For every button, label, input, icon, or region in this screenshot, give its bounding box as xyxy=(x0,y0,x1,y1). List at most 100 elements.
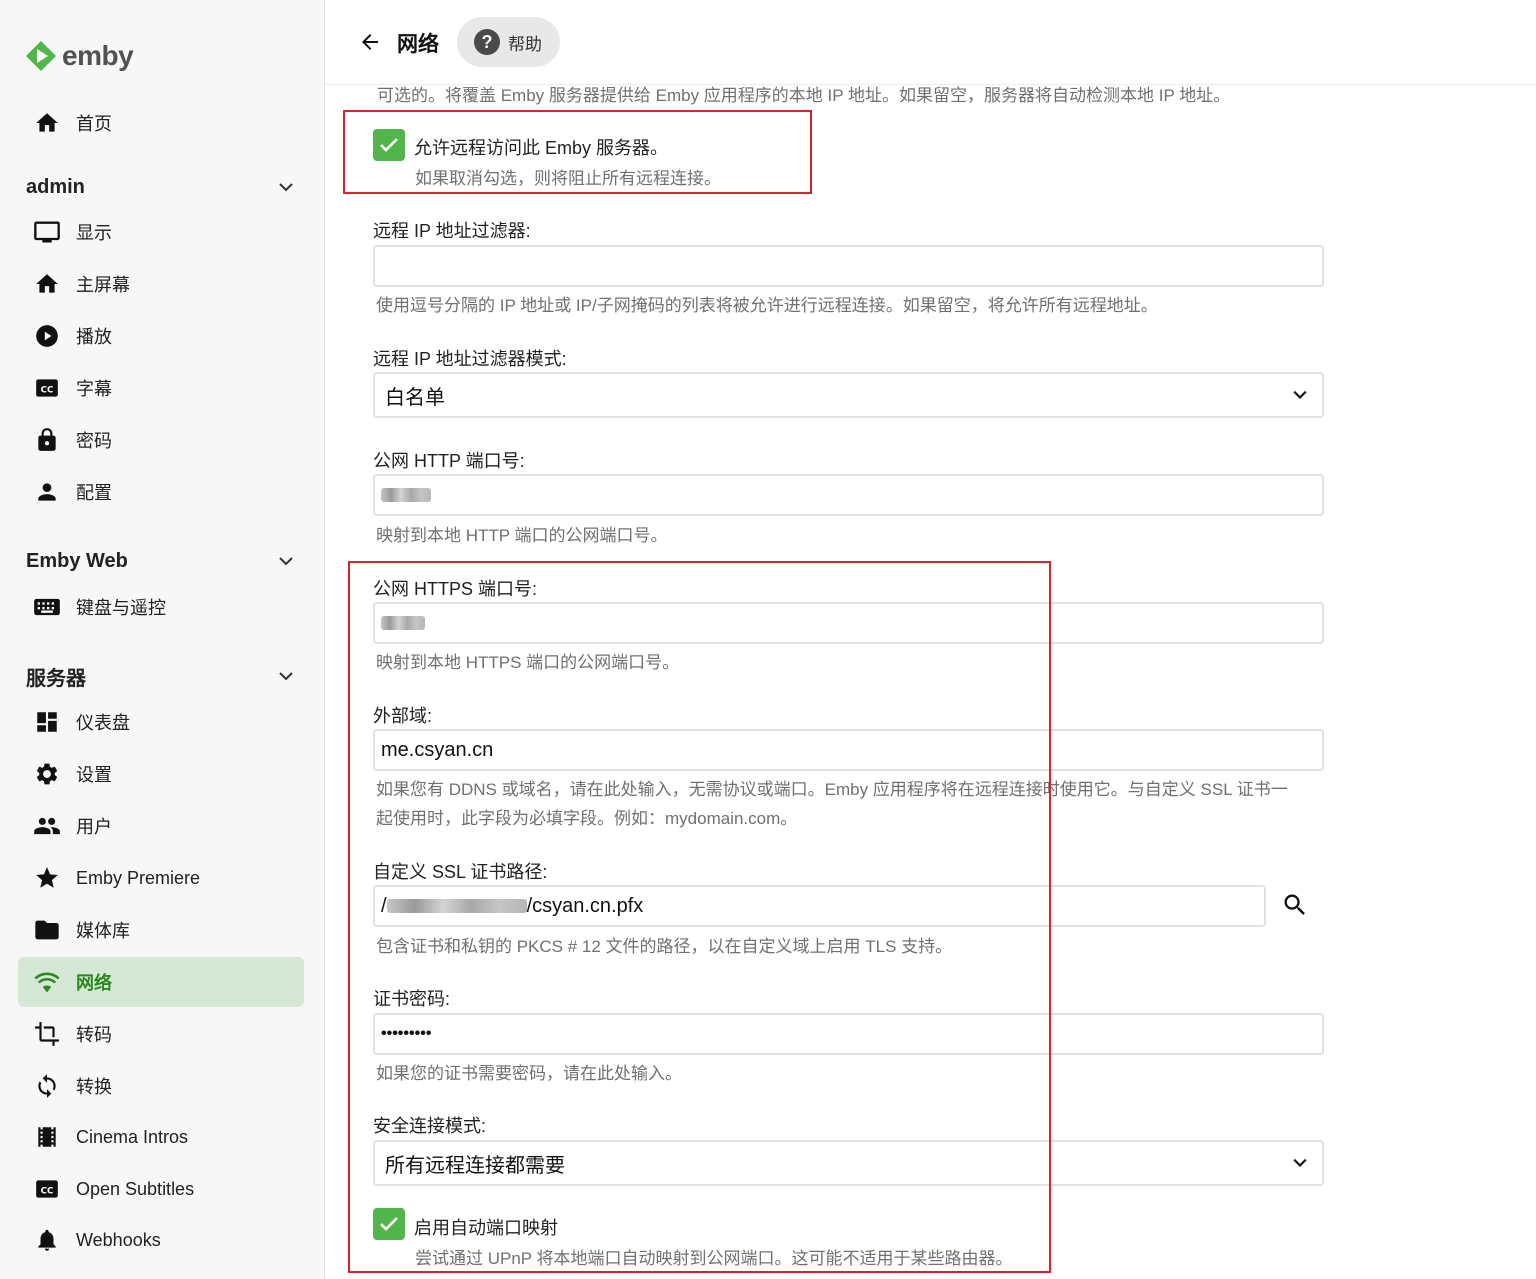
sidebar-item-label: 密码 xyxy=(76,431,112,451)
ip-filter-mode-label: 远程 IP 地址过滤器模式: xyxy=(373,349,567,369)
logo-text: emby xyxy=(62,40,134,71)
crop-icon xyxy=(32,1019,62,1049)
cert-password-hint: 如果您的证书需要密码，请在此处输入。 xyxy=(376,1064,682,1083)
ip-filter-label: 远程 IP 地址过滤器: xyxy=(373,221,531,241)
browse-cert-button[interactable] xyxy=(1275,885,1315,925)
home-icon xyxy=(32,108,62,138)
play-circle-icon xyxy=(32,321,62,351)
sidebar-item-settings[interactable]: 设置 xyxy=(18,749,304,799)
sidebar-item-label: 键盘与遥控 xyxy=(76,598,166,618)
cert-password-input[interactable]: ••••••••• xyxy=(373,1013,1324,1055)
chevron-down-icon xyxy=(279,183,293,192)
closed-caption-icon: CC xyxy=(32,373,62,403)
section-admin[interactable]: admin xyxy=(26,172,306,202)
person-icon xyxy=(32,477,62,507)
help-button[interactable]: ? 帮助 xyxy=(457,17,560,67)
public-http-port-label: 公网 HTTP 端口号: xyxy=(373,451,525,471)
ssl-cert-path-hint: 包含证书和私钥的 PKCS # 12 文件的路径，以在自定义域上启用 TLS 支… xyxy=(376,937,953,956)
network-settings-form: 可选的。将覆盖 Emby 服务器提供给 Emby 应用程序的本地 IP 地址。如… xyxy=(325,85,1536,1279)
sidebar-item-home-screen[interactable]: 主屏幕 xyxy=(18,259,304,309)
chevron-down-icon xyxy=(1293,390,1307,400)
sidebar-item-label: 转换 xyxy=(76,1077,112,1097)
redacted-value xyxy=(381,616,425,630)
section-server[interactable]: 服务器 xyxy=(26,661,306,691)
public-https-port-hint: 映射到本地 HTTPS 端口的公网端口号。 xyxy=(376,653,680,672)
help-icon: ? xyxy=(474,29,500,55)
sidebar-item-password[interactable]: 密码 xyxy=(18,415,304,465)
ip-filter-hint: 使用逗号分隔的 IP 地址或 IP/子网掩码的列表将被允许进行远程连接。如果留空… xyxy=(376,296,1158,315)
chevron-down-icon xyxy=(1293,1158,1307,1168)
secure-mode-label: 安全连接模式: xyxy=(373,1116,487,1136)
page-title: 网络 xyxy=(397,33,439,56)
sidebar-item-transcoding[interactable]: 转码 xyxy=(18,1009,304,1059)
upnp-label: 启用自动端口映射 xyxy=(414,1218,558,1238)
sidebar-item-label: 用户 xyxy=(76,817,112,837)
checkmark-icon xyxy=(380,138,398,152)
ip-filter-mode-select[interactable]: 白名单 xyxy=(373,372,1324,418)
sidebar-item-display[interactable]: 显示 xyxy=(18,207,304,257)
svg-text:CC: CC xyxy=(41,385,54,395)
svg-text:CC: CC xyxy=(41,1186,54,1196)
sidebar-item-dashboard[interactable]: 仪表盘 xyxy=(18,697,304,747)
arrow-left-icon xyxy=(362,34,378,50)
keyboard-icon xyxy=(32,592,62,622)
emby-logo-icon xyxy=(26,41,56,71)
dashboard-icon xyxy=(32,707,62,737)
sidebar-item-label: 仪表盘 xyxy=(76,713,130,733)
sidebar-item-webhooks[interactable]: Webhooks xyxy=(18,1215,304,1265)
section-title: Emby Web xyxy=(26,549,128,572)
sidebar-item-home[interactable]: 首页 xyxy=(18,98,304,148)
sidebar-item-label: 首页 xyxy=(76,114,112,134)
allow-remote-checkbox[interactable] xyxy=(373,129,405,161)
section-emby-web[interactable]: Emby Web xyxy=(26,546,306,576)
redacted-value xyxy=(386,899,527,913)
sidebar-item-label: 字幕 xyxy=(76,379,112,399)
ssl-cert-path-input[interactable]: / /csyan.cn.pfx xyxy=(373,885,1266,927)
sidebar-item-subtitles[interactable]: CC 字幕 xyxy=(18,363,304,413)
chevron-down-icon xyxy=(279,557,293,566)
secure-mode-select[interactable]: 所有远程连接都需要 xyxy=(373,1140,1324,1186)
secure-mode-value: 所有远程连接都需要 xyxy=(385,1154,565,1177)
film-icon xyxy=(32,1122,62,1152)
emby-logo[interactable]: emby xyxy=(24,36,134,76)
ip-filter-input[interactable] xyxy=(373,245,1324,287)
external-domain-input[interactable]: me.csyan.cn xyxy=(373,729,1324,771)
checkmark-icon xyxy=(380,1217,398,1231)
section-title: 服务器 xyxy=(26,667,86,690)
sidebar-item-library[interactable]: 媒体库 xyxy=(18,905,304,955)
public-https-port-input[interactable] xyxy=(373,602,1324,644)
sidebar-item-label: 显示 xyxy=(76,223,112,243)
help-label: 帮助 xyxy=(508,34,542,54)
sidebar-item-users[interactable]: 用户 xyxy=(18,801,304,851)
sidebar-item-playback[interactable]: 播放 xyxy=(18,311,304,361)
sidebar-item-cinema-intros[interactable]: Cinema Intros xyxy=(18,1112,304,1162)
sync-icon xyxy=(32,1071,62,1101)
public-http-port-input[interactable] xyxy=(373,474,1324,516)
sidebar-item-open-subtitles[interactable]: CC Open Subtitles xyxy=(18,1164,304,1214)
sidebar-item-label: 媒体库 xyxy=(76,921,130,941)
sidebar-item-label: Emby Premiere xyxy=(76,867,201,888)
back-button[interactable] xyxy=(355,27,385,57)
ssl-cert-path-prefix: / xyxy=(381,894,387,917)
sidebar-item-label: 转码 xyxy=(76,1025,112,1045)
sidebar-item-network[interactable]: 网络 xyxy=(18,957,304,1007)
sidebar-item-label: Cinema Intros xyxy=(76,1126,189,1147)
upnp-checkbox[interactable] xyxy=(373,1208,405,1240)
gear-icon xyxy=(32,759,62,789)
upnp-hint: 尝试通过 UPnP 将本地端口自动映射到公网端口。这可能不适用于某些路由器。 xyxy=(415,1249,1013,1268)
sidebar: emby 首页 admin 显示 主屏幕 播放 CC 字幕 密码 配置 Emby… xyxy=(0,0,325,1279)
closed-caption-icon: CC xyxy=(32,1174,62,1204)
ssl-cert-path-suffix: /csyan.cn.pfx xyxy=(526,894,644,917)
home-icon xyxy=(32,269,62,299)
monitor-icon xyxy=(32,217,62,247)
sidebar-item-label: 主屏幕 xyxy=(76,275,130,295)
sidebar-item-label: 网络 xyxy=(76,973,112,993)
ssl-cert-path-label: 自定义 SSL 证书路径: xyxy=(373,862,548,882)
lock-icon xyxy=(32,425,62,455)
ip-filter-mode-value: 白名单 xyxy=(385,386,445,409)
local-ip-hint: 可选的。将覆盖 Emby 服务器提供给 Emby 应用程序的本地 IP 地址。如… xyxy=(377,86,1231,105)
sidebar-item-emby-premiere[interactable]: Emby Premiere xyxy=(18,853,304,903)
sidebar-item-profile[interactable]: 配置 xyxy=(18,467,304,517)
sidebar-item-keyboard[interactable]: 键盘与遥控 xyxy=(18,582,304,632)
sidebar-item-conversion[interactable]: 转换 xyxy=(18,1061,304,1111)
